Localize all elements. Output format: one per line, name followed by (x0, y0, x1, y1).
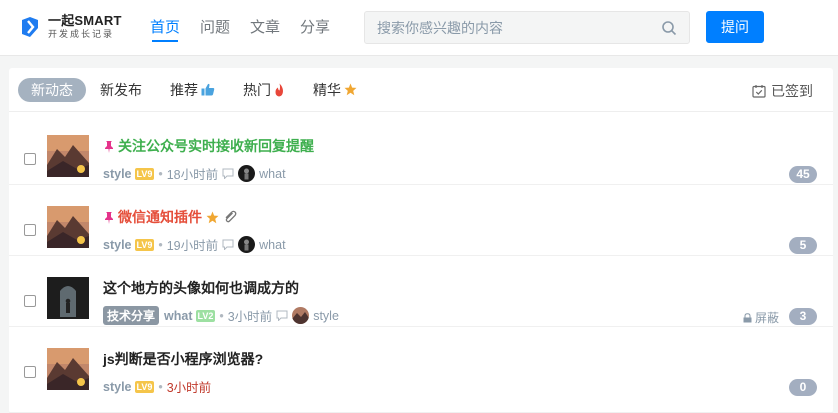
level-badge: LV9 (134, 167, 155, 180)
post-title-link[interactable]: js判断是否小程序浏览器? (103, 349, 263, 369)
post-checkbox[interactable] (24, 153, 36, 165)
search-icon[interactable] (661, 20, 677, 36)
author-avatar[interactable] (47, 348, 89, 390)
search-box (364, 11, 690, 44)
post-meta: 技术分享 what LV2 • 3小时前 style (103, 306, 339, 325)
tab-hot[interactable]: 热门 (243, 80, 285, 100)
pin-icon (105, 140, 113, 153)
calendar-check-icon (752, 85, 766, 98)
nav-share[interactable]: 分享 (290, 0, 340, 56)
reply-count-badge: 45 (789, 166, 817, 183)
feed-card: 新动态 新发布 推荐 热门 精华 已签到 关注公众号实时接收新回复提醒 styl… (9, 68, 833, 413)
star-icon (344, 83, 357, 96)
reply-count-badge: 5 (789, 237, 817, 254)
star-icon (206, 211, 219, 223)
tab-label: 推荐 (170, 81, 198, 98)
post-row[interactable]: 微信通知插件 style LV9 • 19小时前 what 5 (9, 185, 833, 256)
post-title-link[interactable]: 关注公众号实时接收新回复提醒 (103, 136, 314, 156)
post-meta: style LV9 • 3小时前 (103, 377, 211, 396)
level-badge: LV2 (195, 309, 216, 322)
author-name[interactable]: style (103, 380, 132, 394)
comment-icon (222, 239, 234, 250)
thumbs-up-icon (201, 83, 215, 96)
author-name[interactable]: what (164, 309, 192, 323)
block-label: 屏蔽 (754, 311, 779, 325)
nav-articles[interactable]: 文章 (240, 0, 290, 56)
avatar-doorway-image (47, 277, 89, 319)
meta-separator: • (158, 237, 163, 252)
replier-name[interactable]: style (313, 309, 339, 323)
meta-separator: • (219, 308, 224, 323)
post-checkbox[interactable] (24, 224, 36, 236)
category-tag[interactable]: 技术分享 (103, 306, 160, 325)
meta-separator: • (158, 166, 163, 181)
replier-name[interactable]: what (259, 238, 285, 252)
tab-recommended[interactable]: 推荐 (170, 80, 215, 100)
post-title-text: 关注公众号实时接收新回复提醒 (118, 138, 314, 154)
top-header: 一起SMART 开发成长记录 首页 问题 文章 分享 提问 (0, 0, 838, 56)
comment-icon (276, 310, 288, 321)
post-time: 3小时前 (227, 310, 273, 324)
author-name[interactable]: style (103, 167, 132, 181)
replier-avatar[interactable] (238, 236, 256, 253)
logo-title: 一起SMART (48, 13, 122, 28)
post-row[interactable]: 这个地方的头像如何也调成方的 技术分享 what LV2 • 3小时前 styl… (9, 256, 833, 327)
author-avatar[interactable] (47, 135, 89, 177)
avatar-mountain-image (47, 135, 89, 177)
post-time: 19小时前 (166, 239, 219, 253)
avatar-mountain-image (47, 206, 89, 248)
nav-questions[interactable]: 问题 (190, 0, 240, 56)
logo-icon (22, 16, 38, 37)
tab-featured[interactable]: 精华 (313, 80, 357, 100)
author-avatar[interactable] (47, 206, 89, 248)
level-badge: LV9 (134, 238, 155, 251)
pin-icon (105, 211, 113, 224)
paperclip-icon (225, 210, 237, 223)
comment-icon (222, 168, 234, 179)
reply-count-badge: 3 (789, 308, 817, 325)
block-button[interactable]: 屏蔽 (743, 309, 779, 326)
ask-question-button[interactable]: 提问 (706, 11, 764, 43)
post-row[interactable]: 关注公众号实时接收新回复提醒 style LV9 • 18小时前 what 45 (9, 114, 833, 185)
fire-icon (275, 83, 283, 96)
signed-label: 已签到 (771, 83, 813, 99)
level-badge: LV9 (134, 380, 155, 393)
post-checkbox[interactable] (24, 295, 36, 307)
replier-avatar[interactable] (292, 307, 310, 324)
search-input[interactable] (365, 12, 645, 43)
post-title-link[interactable]: 这个地方的头像如何也调成方的 (103, 278, 299, 298)
feed-tabs: 新动态 新发布 推荐 热门 精华 已签到 (9, 68, 833, 112)
post-checkbox[interactable] (24, 366, 36, 378)
post-time: 18小时前 (166, 168, 219, 182)
signed-in-status[interactable]: 已签到 (752, 81, 813, 101)
tab-label: 新动态 (31, 81, 73, 98)
post-title-text: 微信通知插件 (118, 209, 202, 225)
tab-label: 热门 (243, 81, 271, 98)
author-name[interactable]: style (103, 238, 132, 252)
logo-subtitle: 开发成长记录 (48, 29, 115, 39)
post-time: 3小时前 (166, 381, 212, 395)
tab-label: 新发布 (100, 81, 142, 98)
meta-separator: • (158, 379, 163, 394)
post-row[interactable]: js判断是否小程序浏览器? style LV9 • 3小时前 0 (9, 327, 833, 413)
author-avatar[interactable] (47, 277, 89, 319)
reply-count-badge: 0 (789, 379, 817, 396)
post-meta: style LV9 • 19小时前 what (103, 235, 286, 254)
post-title-link[interactable]: 微信通知插件 (103, 207, 237, 227)
replier-avatar[interactable] (238, 165, 256, 182)
tab-label: 精华 (313, 81, 341, 98)
tab-new[interactable]: 新发布 (100, 80, 142, 100)
post-meta: style LV9 • 18小时前 what (103, 164, 286, 183)
main-nav: 首页 问题 文章 分享 (140, 0, 340, 56)
lock-icon (743, 312, 752, 322)
replier-name[interactable]: what (259, 167, 285, 181)
avatar-mountain-image (47, 348, 89, 390)
tab-latest[interactable]: 新动态 (18, 77, 86, 102)
site-logo[interactable]: 一起SMART 开发成长记录 (18, 14, 122, 39)
nav-home[interactable]: 首页 (140, 0, 190, 56)
post-title-text: 这个地方的头像如何也调成方的 (103, 280, 299, 296)
post-title-text: js判断是否小程序浏览器? (103, 351, 264, 367)
